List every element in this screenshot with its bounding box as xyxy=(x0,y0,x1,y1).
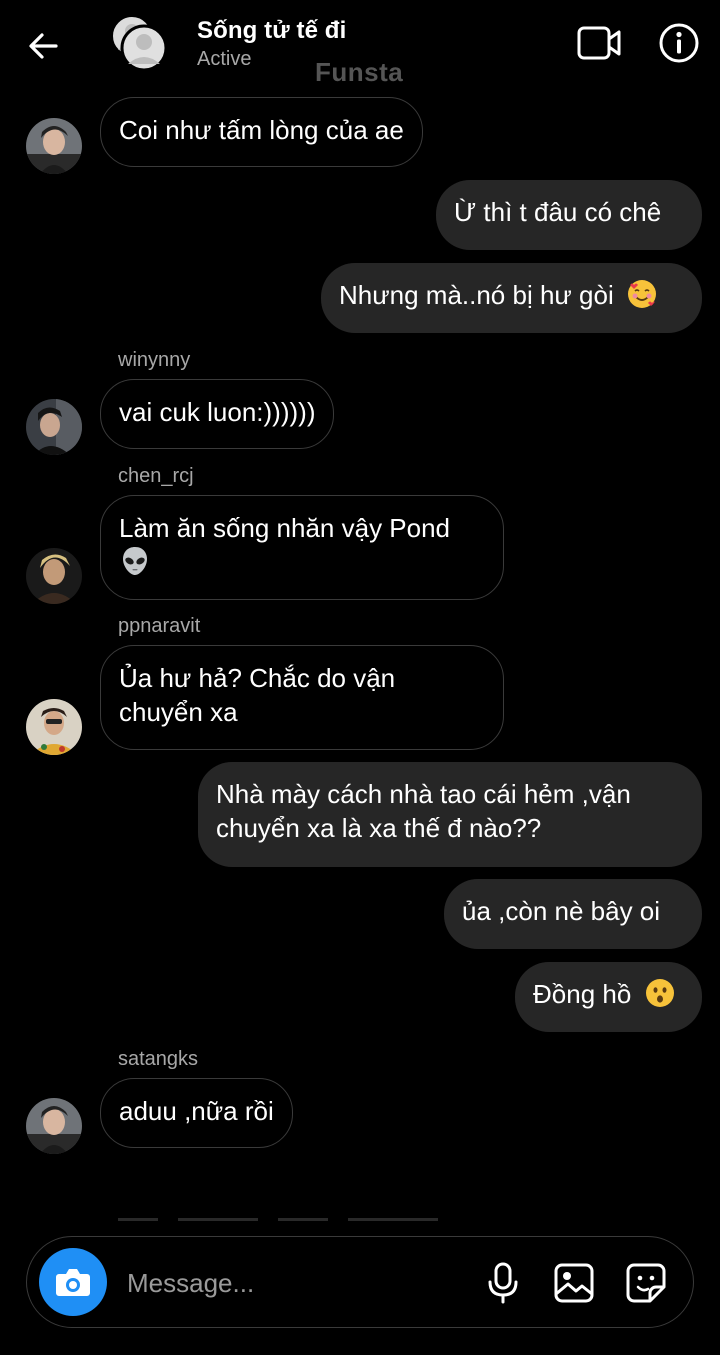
message-bubble[interactable]: vai cuk luon:)))))) xyxy=(100,379,335,449)
group-avatar[interactable] xyxy=(108,14,172,78)
message-text-line: Nhà mày cách nhà tao cái hẻm ,vận xyxy=(216,779,631,809)
video-call-icon[interactable] xyxy=(576,22,622,64)
message-text: Đồng hồ xyxy=(533,979,632,1009)
avatar[interactable] xyxy=(26,1098,82,1154)
arrow-left-icon[interactable] xyxy=(24,26,64,66)
camera-icon xyxy=(56,1269,90,1296)
message-text: Ừ thì t đâu có chê xyxy=(454,197,662,227)
message-text-line: Làm ăn sống nhăn vậy Pond xyxy=(119,513,451,543)
gallery-icon[interactable] xyxy=(553,1262,595,1304)
avatar[interactable] xyxy=(26,118,82,174)
message-text-line: chuyển xa là xa thế đ nào?? xyxy=(216,813,542,843)
sender-name: winynny xyxy=(118,349,191,371)
alien-icon xyxy=(123,547,147,575)
message-text: aduu ,nữa rồi xyxy=(119,1096,274,1126)
message-text-line: Ủa hư hả? Chắc do vận xyxy=(119,663,396,693)
avatar[interactable] xyxy=(26,699,82,755)
sender-name: chen_rcj xyxy=(118,465,194,487)
message-bubble[interactable]: aduu ,nữa rồi xyxy=(100,1078,293,1148)
chat-title[interactable]: Sống tử tế đi xyxy=(197,17,346,45)
info-icon[interactable] xyxy=(658,22,700,64)
message-bubble[interactable]: Coi như tấm lòng của ae xyxy=(100,97,423,167)
chat-header: Sống tử tế đi Active Funsta xyxy=(0,0,720,92)
microphone-icon[interactable] xyxy=(483,1261,523,1305)
message-bubble[interactable]: ủa ,còn nè bây oi xyxy=(444,879,702,949)
message-bubble[interactable]: Ừ thì t đâu có chê xyxy=(436,180,702,250)
scroll-fade-divider xyxy=(118,1218,438,1221)
message-text: vai cuk luon:)))))) xyxy=(119,397,316,427)
watermark: Funsta xyxy=(315,57,404,87)
message-input[interactable] xyxy=(125,1261,429,1305)
camera-button[interactable] xyxy=(39,1248,107,1316)
avatar[interactable] xyxy=(26,548,82,604)
message-text-line: chuyển xa xyxy=(119,697,238,727)
message-bubble[interactable]: Đồng hồ xyxy=(515,962,702,1032)
message-bubble[interactable]: Nhưng mà..nó bị hư gòi xyxy=(321,263,702,333)
avatar[interactable] xyxy=(26,399,82,455)
message-bubble[interactable]: Nhà mày cách nhà tao cái hẻm ,vận chuyển… xyxy=(198,762,702,867)
message-text: Nhưng mà..nó bị hư gòi xyxy=(339,280,614,310)
message-bubble[interactable]: Ủa hư hả? Chắc do vận chuyển xa xyxy=(100,645,504,750)
sender-name: satangks xyxy=(118,1048,199,1070)
message-text: ủa ,còn nè bây oi xyxy=(462,896,661,926)
sender-name: ppnaravit xyxy=(118,615,201,637)
message-bubble[interactable]: Làm ăn sống nhăn vậy Pond xyxy=(100,495,504,600)
active-status: Active xyxy=(197,48,252,70)
sticker-icon[interactable] xyxy=(625,1262,667,1304)
message-text: Coi như tấm lòng của ae xyxy=(119,115,404,145)
message-composer xyxy=(26,1236,694,1328)
hushed-face-icon xyxy=(645,979,674,1007)
smiling-face-with-hearts-icon xyxy=(627,280,656,308)
